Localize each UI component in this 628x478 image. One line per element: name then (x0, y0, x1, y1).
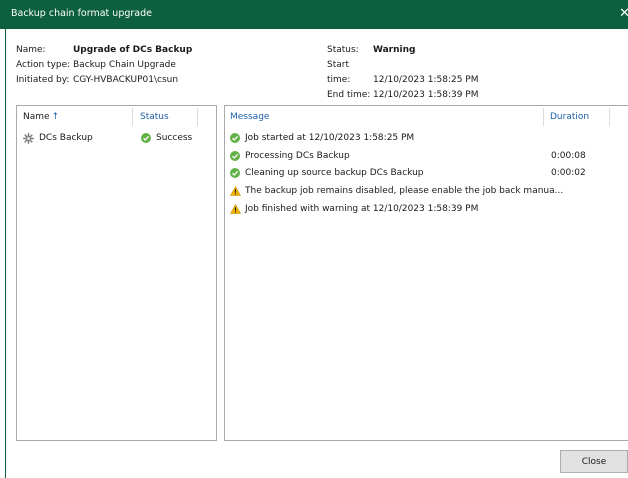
log-row[interactable]: The backup job remains disabled, please … (230, 184, 625, 198)
column-separator (132, 108, 133, 126)
check-circle-icon (141, 133, 151, 143)
log-row[interactable]: Job finished with warning at 12/10/2023 … (230, 202, 625, 216)
log-message: Cleaning up source backup DCs Backup (245, 168, 424, 178)
action-type-value: Backup Chain Upgrade (73, 60, 176, 70)
window-title: Backup chain format upgrade (11, 8, 152, 19)
start-time-value: 12/10/2023 1:58:25 PM (373, 75, 479, 85)
log-row[interactable]: Processing DCs Backup 0:00:08 (230, 149, 625, 163)
initiated-by-label: Initiated by: (16, 75, 70, 85)
summary-right: Status: Warning Start time: 12/10/2023 1:5… (327, 43, 478, 103)
title-bar: Backup chain format upgrade ✕ (0, 0, 628, 29)
log-duration: 0:00:08 (551, 151, 586, 161)
column-header-status[interactable]: Status (140, 112, 169, 122)
column-header-duration[interactable]: Duration (550, 112, 589, 122)
status-label: Status: (327, 45, 359, 55)
log-message: Job started at 12/10/2023 1:58:25 PM (245, 133, 415, 143)
objects-panel: Name ↑ Status DCs Backup Success (16, 105, 217, 441)
column-header-name[interactable]: Name ↑ (23, 112, 59, 122)
column-separator (609, 108, 610, 126)
summary-left: Name: Upgrade of DCs Backup Action type: B… (16, 43, 192, 88)
check-circle-icon (230, 151, 240, 161)
close-icon[interactable]: ✕ (619, 6, 628, 21)
gear-icon (23, 132, 34, 144)
start-time-label: Start time: (327, 60, 351, 85)
sort-ascending-icon: ↑ (51, 112, 60, 122)
window-border (5, 29, 6, 478)
status-value: Warning (373, 45, 416, 55)
log-panel: Message Duration Job started at 12/10/20… (224, 105, 628, 441)
column-header-message[interactable]: Message (230, 112, 269, 122)
object-row[interactable]: DCs Backup Success (23, 131, 208, 145)
end-time-value: 12/10/2023 1:58:39 PM (373, 90, 479, 100)
job-name-value: Upgrade of DCs Backup (73, 45, 193, 55)
column-separator (543, 108, 544, 126)
log-message: The backup job remains disabled, please … (245, 186, 564, 196)
column-separator (197, 108, 198, 126)
check-circle-icon (230, 133, 240, 143)
log-message: Job finished with warning at 12/10/2023 … (245, 204, 479, 214)
object-status: Success (141, 133, 192, 143)
end-time-label: End time: (327, 90, 371, 100)
object-name: DCs Backup (39, 133, 93, 143)
initiated-by-value: CGY-HVBACKUP01\csun (73, 75, 179, 85)
log-duration: 0:00:02 (551, 168, 586, 178)
name-label: Name: (16, 45, 46, 55)
check-circle-icon (230, 168, 240, 178)
warning-icon (230, 186, 241, 196)
close-button[interactable]: Close (560, 450, 628, 473)
log-row[interactable]: Job started at 12/10/2023 1:58:25 PM (230, 131, 625, 145)
action-type-label: Action type: (16, 60, 71, 70)
log-message: Processing DCs Backup (245, 151, 350, 161)
warning-icon (230, 204, 241, 214)
log-row[interactable]: Cleaning up source backup DCs Backup 0:0… (230, 166, 625, 180)
